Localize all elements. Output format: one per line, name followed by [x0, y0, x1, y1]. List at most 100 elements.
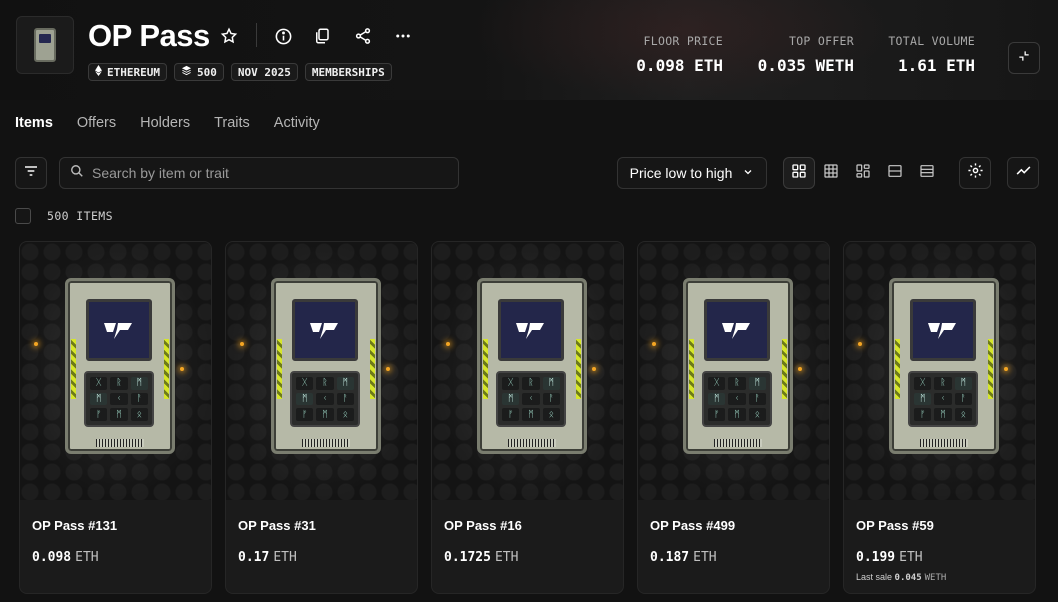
favorite-star-icon[interactable] [217, 24, 241, 48]
stat-total-volume: TOTAL VOLUME 1.61 ETH [880, 34, 975, 75]
hazard-stripe [689, 339, 694, 399]
hazard-stripe [576, 339, 581, 399]
date-badge: NOV 2025 [230, 63, 298, 81]
search-input[interactable] [92, 165, 432, 181]
badge-label: 500 [196, 65, 217, 79]
op-pass-artwork: ᚷᚱᛗ ᛗᚲᚨ ᚠᛗᛟ [65, 278, 175, 454]
filter-icon [23, 163, 39, 184]
filter-button[interactable] [15, 157, 47, 189]
grid-small-icon [823, 163, 839, 184]
item-image[interactable]: ᚷᚱᛗ ᛗᚲᚨ ᚠᛗᛟ [844, 242, 1035, 500]
more-options-icon[interactable] [391, 24, 415, 48]
copy-icon[interactable] [310, 24, 334, 48]
item-image[interactable]: ᚷᚱᛗ ᛗᚲᚨ ᚠᛗᛟ [432, 242, 623, 500]
grid-large-icon [791, 163, 807, 184]
item-card[interactable]: ᚷᚱᛗ ᛗᚲᚨ ᚠᛗᛟ OP Pass #499 0.187 ETH [637, 241, 830, 594]
hazard-stripe [164, 339, 169, 399]
item-price: 0.199 ETH [856, 550, 923, 565]
op-logo-icon [310, 323, 338, 339]
hazard-stripe [483, 339, 488, 399]
header-divider [256, 23, 257, 47]
barcode [508, 439, 556, 447]
badge-label: NOV 2025 [237, 65, 291, 79]
item-price: 0.098 ETH [32, 550, 99, 565]
tab-traits[interactable]: Traits [214, 115, 250, 139]
item-card[interactable]: ᚷᚱᛗ ᛗᚲᚨ ᚠᛗᛟ OP Pass #131 0.098 ETH [19, 241, 212, 594]
glow-light [386, 367, 390, 371]
glow-light [858, 342, 862, 346]
stat-label: TOP OFFER [788, 34, 854, 48]
op-pass-artwork: ᚷᚱᛗ ᛗᚲᚨ ᚠᛗᛟ [683, 278, 793, 454]
stat-value: 0.098 ETH [636, 56, 723, 75]
stat-value: 0.035 WETH [757, 56, 854, 75]
category-badge[interactable]: MEMBERSHIPS [304, 63, 392, 81]
pass-screen [498, 299, 564, 361]
items-count: 500 ITEMS [47, 209, 113, 223]
pass-screen [292, 299, 358, 361]
view-list-button[interactable] [879, 157, 911, 189]
rune-keypad: ᚷᚱᛗ ᛗᚲᚨ ᚠᛗᛟ [84, 371, 154, 427]
stat-floor-price: FLOOR PRICE 0.098 ETH [633, 34, 723, 75]
tab-holders[interactable]: Holders [140, 115, 190, 139]
items-summary: 500 ITEMS [15, 208, 113, 224]
glow-light [34, 342, 38, 346]
op-pass-thumbnail [34, 28, 56, 62]
badge-label: MEMBERSHIPS [311, 65, 385, 79]
settings-button[interactable] [959, 157, 991, 189]
layers-icon [181, 65, 192, 79]
glow-light [592, 367, 596, 371]
view-masonry-button[interactable] [847, 157, 879, 189]
stat-top-offer: TOP OFFER 0.035 WETH [754, 34, 854, 75]
item-card[interactable]: ᚷᚱᛗ ᛗᚲᚨ ᚠᛗᛟ OP Pass #59 0.199 ETH Last sa… [843, 241, 1036, 594]
tab-offers[interactable]: Offers [77, 115, 116, 139]
item-image[interactable]: ᚷᚱᛗ ᛗᚲᚨ ᚠᛗᛟ [226, 242, 417, 500]
item-image[interactable]: ᚷᚱᛗ ᛗᚲᚨ ᚠᛗᛟ [20, 242, 211, 500]
last-sale: Last sale 0.045 WETH [856, 572, 947, 583]
tab-activity[interactable]: Activity [274, 115, 320, 139]
badge-label: ETHEREUM [107, 65, 160, 79]
collapse-header-button[interactable] [1008, 42, 1040, 74]
item-name: OP Pass #131 [32, 518, 118, 533]
op-logo-icon [104, 323, 132, 339]
hazard-stripe [782, 339, 787, 399]
item-image[interactable]: ᚷᚱᛗ ᛗᚲᚨ ᚠᛗᛟ [638, 242, 829, 500]
glow-light [798, 367, 802, 371]
barcode [920, 439, 968, 447]
op-logo-icon [928, 323, 956, 339]
stat-label: TOTAL VOLUME [888, 34, 975, 48]
tab-items[interactable]: Items [15, 115, 53, 139]
item-card[interactable]: ᚷᚱᛗ ᛗᚲᚨ ᚠᛗᛟ OP Pass #31 0.17 ETH [225, 241, 418, 594]
rune-keypad: ᚷᚱᛗ ᛗᚲᚨ ᚠᛗᛟ [908, 371, 978, 427]
glow-light [180, 367, 184, 371]
item-price: 0.17 ETH [238, 550, 297, 565]
share-icon[interactable] [351, 24, 375, 48]
item-price: 0.1725 ETH [444, 550, 519, 565]
glow-light [652, 342, 656, 346]
stat-label: FLOOR PRICE [643, 34, 723, 48]
trend-chart-icon [1015, 162, 1032, 184]
barcode [302, 439, 350, 447]
collapse-icon [1017, 49, 1031, 68]
ethereum-icon [95, 65, 102, 79]
collection-title: OP Pass [88, 18, 210, 53]
chevron-down-icon [742, 165, 754, 181]
select-all-checkbox[interactable] [15, 208, 31, 224]
view-grid-large-button[interactable] [783, 157, 815, 189]
analytics-button[interactable] [1007, 157, 1039, 189]
item-price: 0.187 ETH [650, 550, 717, 565]
chain-badge[interactable]: ETHEREUM [88, 63, 167, 81]
collection-badges: ETHEREUM 500 NOV 2025 MEMBERSHIPS [88, 63, 392, 81]
search-bar[interactable] [59, 157, 459, 189]
glow-light [1004, 367, 1008, 371]
view-table-button[interactable] [911, 157, 943, 189]
hazard-stripe [895, 339, 900, 399]
hazard-stripe [988, 339, 993, 399]
item-card[interactable]: ᚷᚱᛗ ᛗᚲᚨ ᚠᛗᛟ OP Pass #16 0.1725 ETH [431, 241, 624, 594]
rune-keypad: ᚷᚱᛗ ᛗᚲᚨ ᚠᛗᛟ [290, 371, 360, 427]
item-name: OP Pass #59 [856, 518, 934, 533]
op-pass-artwork: ᚷᚱᛗ ᛗᚲᚨ ᚠᛗᛟ [889, 278, 999, 454]
view-grid-small-button[interactable] [815, 157, 847, 189]
collection-tabs: Items Offers Holders Traits Activity [15, 115, 320, 139]
sort-dropdown[interactable]: Price low to high [617, 157, 767, 189]
info-icon[interactable] [271, 24, 295, 48]
